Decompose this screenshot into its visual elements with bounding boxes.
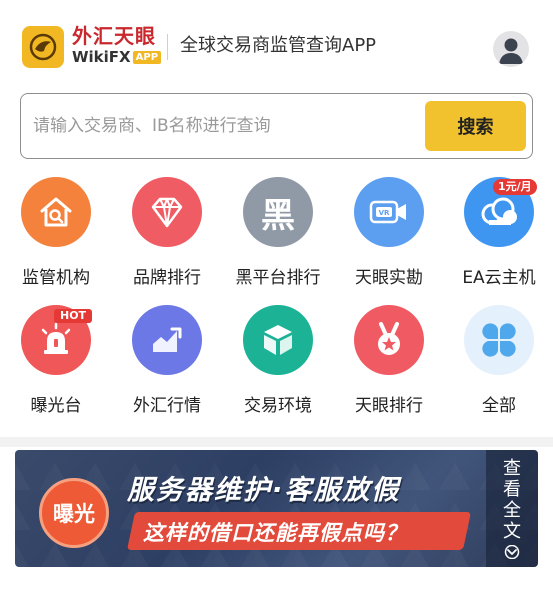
app-logo[interactable]: 外汇天眼 WikiFX APP xyxy=(72,24,162,66)
grid-item-label: 全部 xyxy=(482,396,516,416)
four-grid-icon xyxy=(464,305,534,375)
app-header: 外汇天眼 WikiFX APP 全球交易商监管查询APP xyxy=(0,0,553,92)
banner-subtitle: 这样的借口还能再假点吗？ xyxy=(143,521,407,545)
section-separator xyxy=(0,437,553,447)
trend-chart-icon xyxy=(132,305,202,375)
banner-title: 服务器维护·客服放假 xyxy=(127,475,401,506)
grid-item-brand-ranking[interactable]: 品牌排行 xyxy=(117,177,217,297)
user-avatar-icon[interactable] xyxy=(493,31,529,67)
grid-item-blacklist-ranking[interactable]: 黑 黑平台排行 xyxy=(228,177,328,297)
grid-item-label: 天眼实勘 xyxy=(355,268,423,288)
grid-item-field-survey[interactable]: VR 天眼实勘 xyxy=(339,177,439,297)
grid-item-all[interactable]: 全部 xyxy=(449,305,549,425)
exposure-badge: 曝光 xyxy=(39,478,109,548)
svg-text:VR: VR xyxy=(379,209,390,217)
price-badge: 1元/月 xyxy=(493,179,537,195)
search-bar: 搜索 xyxy=(20,93,533,159)
grid-item-regulators[interactable]: 监管机构 xyxy=(6,177,106,297)
grid-item-ea-cloud[interactable]: 1元/月 EA云主机 xyxy=(449,177,549,297)
grid-item-label: 天眼排行 xyxy=(355,396,423,416)
read-full-link[interactable]: 查看全文 xyxy=(500,458,524,542)
grid-item-label: 曝光台 xyxy=(30,396,82,416)
search-button[interactable]: 搜索 xyxy=(425,101,526,151)
grid-item-wikifx-ranking[interactable]: 天眼排行 xyxy=(339,305,439,425)
header-divider xyxy=(167,34,168,60)
promo-banner[interactable]: 曝光 服务器维护·客服放假 这样的借口还能再假点吗？ 查看全文 xyxy=(15,450,538,567)
grid-item-label: 品牌排行 xyxy=(133,268,201,288)
grid-item-forex-quotes[interactable]: 外汇行情 xyxy=(117,305,217,425)
house-search-icon xyxy=(21,177,91,247)
hot-badge: HOT xyxy=(54,309,93,323)
logo-wikifx-text: WikiFX xyxy=(72,48,131,66)
vr-camera-icon: VR xyxy=(354,177,424,247)
logo-app-tag: APP xyxy=(132,50,162,64)
grid-item-label: 交易环境 xyxy=(244,396,312,416)
grid-item-exposure[interactable]: HOT 曝光台 xyxy=(6,305,106,425)
search-input[interactable] xyxy=(33,104,413,148)
grid-item-label: 监管机构 xyxy=(22,268,90,288)
logo-chinese-name: 外汇天眼 xyxy=(72,24,156,48)
header-tagline: 全球交易商监管查询APP xyxy=(180,35,377,56)
exposure-badge-text: 曝光 xyxy=(53,502,95,526)
black-glyph: 黑 xyxy=(261,195,295,236)
logo-english-name: WikiFX APP xyxy=(72,48,162,66)
grid-item-label: EA云主机 xyxy=(462,268,536,288)
grid-item-label: 外汇行情 xyxy=(133,396,201,416)
medal-icon xyxy=(354,305,424,375)
diamond-icon xyxy=(132,177,202,247)
black-text-icon: 黑 xyxy=(243,177,313,247)
cube-icon xyxy=(243,305,313,375)
grid-item-trading-env[interactable]: 交易环境 xyxy=(228,305,328,425)
wikifx-logo-icon xyxy=(22,26,64,68)
chevron-down-icon xyxy=(501,544,523,560)
grid-item-label: 黑平台排行 xyxy=(235,268,321,288)
